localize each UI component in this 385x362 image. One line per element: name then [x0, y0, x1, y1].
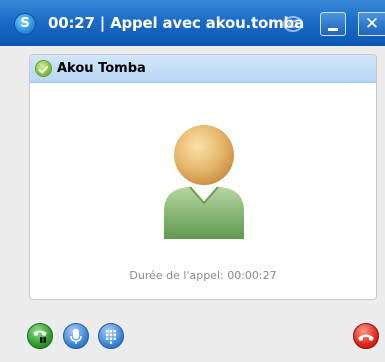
hang-up-button[interactable]: [353, 323, 379, 349]
call-window: Akou Tomba Durée de l'appel: 00:00:27: [0, 46, 385, 362]
window-title: 00:27 | Appel avec akou.tomba: [48, 14, 305, 32]
default-avatar-icon: [164, 125, 244, 239]
microphone-button[interactable]: [63, 323, 89, 349]
title-bar[interactable]: S 00:27 | Appel avec akou.tomba ✕: [0, 0, 385, 46]
skype-logo-icon[interactable]: S: [15, 14, 35, 34]
microphone-icon: [70, 329, 82, 344]
call-duration: Durée de l'appel: 00:00:27: [129, 269, 277, 282]
contact-name: Akou Tomba: [57, 61, 146, 76]
minimize-button[interactable]: [320, 12, 346, 36]
contact-header: Akou Tomba: [30, 55, 376, 83]
close-button[interactable]: ✕: [358, 12, 385, 36]
phone-hold-icon: [33, 330, 47, 343]
hang-up-icon: [358, 334, 374, 341]
hold-call-button[interactable]: [27, 323, 53, 349]
call-panel: Akou Tomba Durée de l'appel: 00:00:27: [29, 54, 377, 300]
online-status-icon: [36, 61, 51, 76]
skype-swirl-icon: [283, 16, 303, 32]
dialpad-button[interactable]: [98, 323, 124, 349]
dialpad-icon: [106, 330, 116, 344]
